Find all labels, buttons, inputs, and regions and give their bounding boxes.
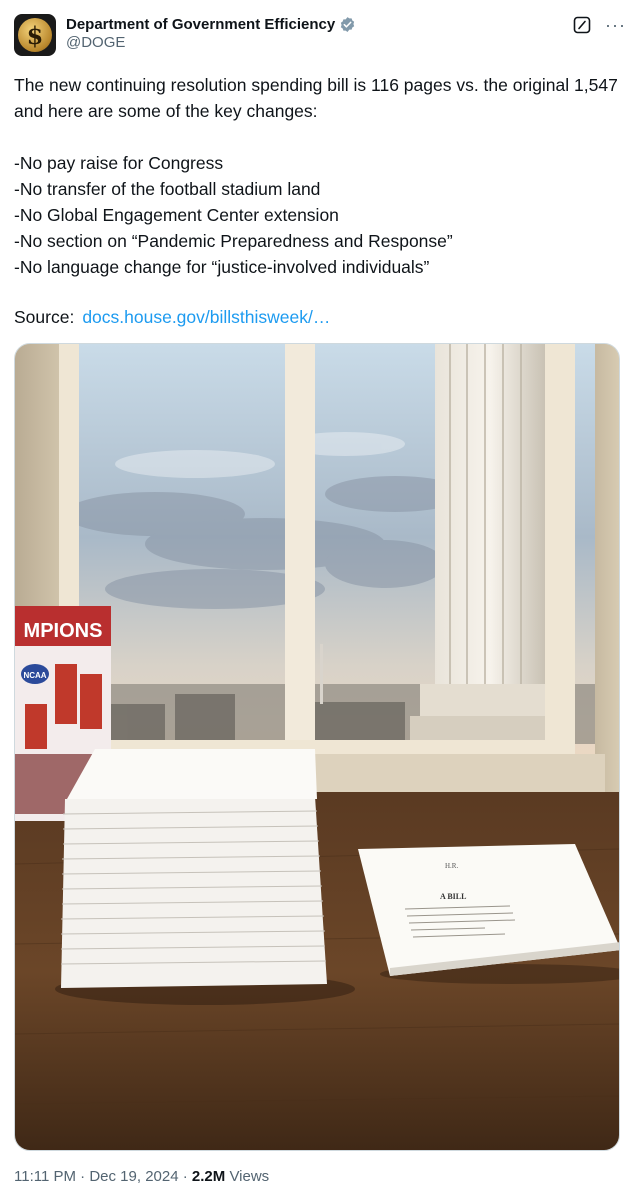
tweet-time[interactable]: 11:11 PM [14, 1168, 76, 1185]
photo-scene: MPIONS NCAA H.R. A BILL [15, 344, 619, 1150]
tweet-date[interactable]: Dec 19, 2024 [89, 1168, 178, 1185]
source-link[interactable]: docs.house.gov/billsthisweek/… [82, 307, 330, 327]
tweet-media-photo[interactable]: MPIONS NCAA H.R. A BILL [14, 343, 620, 1151]
more-icon[interactable]: ··· [605, 16, 626, 34]
author-handle[interactable]: @DOGE [66, 34, 356, 51]
avatar[interactable]: $ [14, 14, 56, 56]
meta-separator: · [182, 1168, 188, 1185]
views-count: 2.2M [191, 1168, 226, 1185]
meta-separator: · [80, 1168, 86, 1185]
author-display-name[interactable]: Department of Government Efficiency [66, 16, 335, 33]
tweet-meta: 11:11 PM · Dec 19, 2024 · 2.2M Views [14, 1168, 269, 1185]
header-actions: ··· [573, 16, 626, 34]
tweet-header: $ Department of Government Efficiency @D… [14, 14, 626, 58]
bill-header: H.R. [445, 862, 458, 870]
verified-badge-icon[interactable] [339, 16, 356, 33]
poster-badge: NCAA [23, 671, 46, 680]
views-label: Views [229, 1168, 270, 1185]
grok-icon[interactable] [573, 16, 591, 34]
tweet-text: The new continuing resolution spending b… [14, 75, 618, 277]
dollar-coin-icon: $ [18, 18, 52, 52]
author-names: Department of Government Efficiency @DOG… [66, 16, 356, 51]
source-row: Source: docs.house.gov/billsthisweek/… [14, 304, 330, 330]
poster-title: MPIONS [24, 620, 103, 642]
source-label: Source: [14, 307, 75, 327]
bill-title: A BILL [440, 892, 466, 901]
